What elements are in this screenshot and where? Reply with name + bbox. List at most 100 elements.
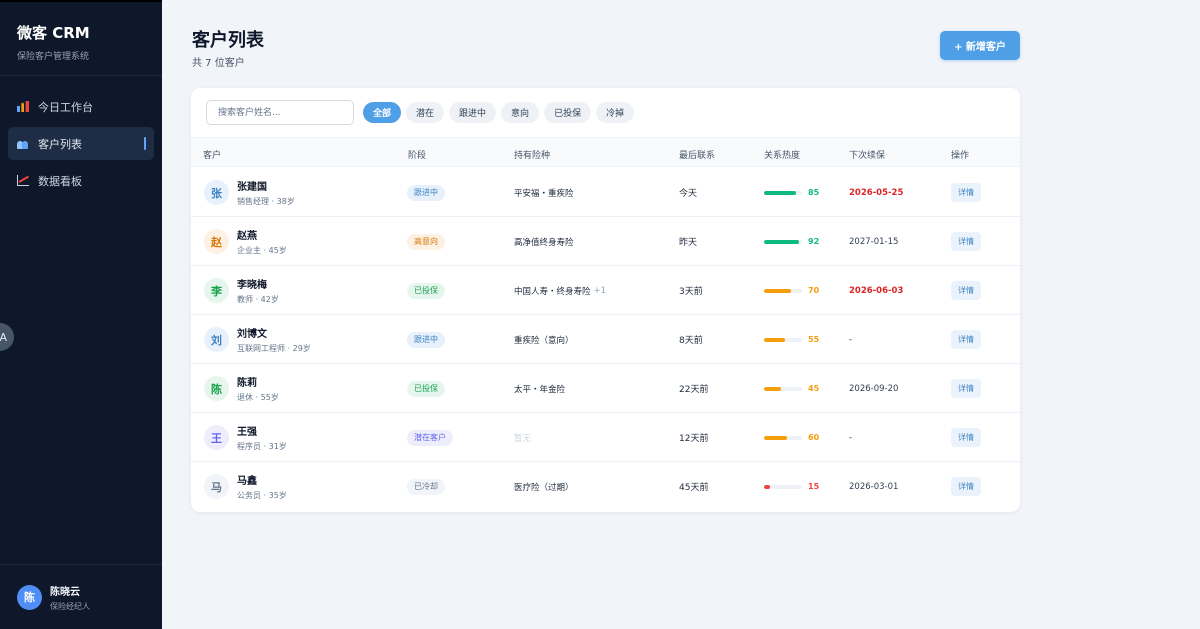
column-header-policy[interactable]: 持有险种 [514, 148, 550, 161]
customer-name[interactable]: 张建国 [237, 178, 295, 193]
detail-button[interactable]: 详情 [951, 183, 981, 202]
avatar: 赵 [204, 229, 229, 254]
detail-button[interactable]: 详情 [951, 428, 981, 447]
search-input[interactable] [206, 100, 354, 125]
column-header-stage[interactable]: 阶段 [408, 148, 426, 161]
filter-potential[interactable]: 潜在 [406, 102, 445, 123]
customer-cell: 李 李晓梅 教师 · 42岁 [204, 266, 279, 315]
detail-button[interactable]: 详情 [951, 477, 981, 496]
customer-name[interactable]: 王强 [237, 423, 287, 438]
heat-bar [764, 337, 802, 342]
policy-text: 医疗险（过期） [514, 482, 574, 493]
add-customer-button[interactable]: + 新增客户 [940, 31, 1020, 60]
action-cell: 详情 [951, 217, 981, 266]
filter-following[interactable]: 跟进中 [449, 102, 497, 123]
filter-intent[interactable]: 意向 [501, 102, 540, 123]
stage-filters: 全部 潜在 跟进中 意向 已投保 冷掉 [363, 102, 639, 123]
heat-score: 60 [808, 433, 820, 442]
filter-insured[interactable]: 已投保 [544, 102, 592, 123]
renewal-cell: 2027-01-15 [849, 217, 898, 266]
detail-button[interactable]: 详情 [951, 379, 981, 398]
stage-cell: 潜在客户 [407, 413, 453, 462]
table-row[interactable]: 马 马鑫 公务员 · 35岁 已冷却 医疗险（过期） 45天前 15 2026-… [191, 462, 1020, 511]
avatar: 马 [204, 474, 229, 499]
customer-info: 赵燕 企业主 · 45岁 [237, 227, 287, 256]
customer-name[interactable]: 赵燕 [237, 227, 287, 242]
customer-meta: 退休 · 55岁 [237, 393, 279, 402]
heat-bar-fill [764, 190, 797, 195]
customer-name[interactable]: 马鑫 [237, 472, 287, 487]
heat-cell: 15 [764, 462, 819, 511]
renewal-date: 2026-05-25 [849, 187, 904, 198]
brand-subtitle: 保险客户管理系统 [17, 52, 90, 62]
policy-cell: 高净值终身寿险 [514, 217, 577, 266]
policy-text: 高净值终身寿险 [514, 237, 574, 248]
detail-button[interactable]: 详情 [951, 232, 981, 251]
last-contact-cell: 12天前 [679, 413, 708, 462]
stage-badge: 跟进中 [407, 184, 445, 201]
sidebar-item-label: 客户列表 [38, 137, 82, 151]
renewal-date: 2026-09-20 [849, 383, 899, 394]
customer-info: 刘博文 互联网工程师 · 29岁 [237, 325, 311, 354]
table-row[interactable]: 陈 陈莉 退休 · 55岁 已投保 太平・年金险 22天前 45 2026-09… [191, 364, 1020, 413]
customer-cell: 陈 陈莉 退休 · 55岁 [204, 364, 279, 413]
customer-cell: 王 王强 程序员 · 31岁 [204, 413, 287, 462]
table-row[interactable]: 张 张建国 销售经理 · 38岁 跟进中 平安福・重疾险 今天 85 2026-… [191, 168, 1020, 217]
sidebar-item-customers[interactable]: 客户列表 [8, 127, 154, 160]
table-row[interactable]: 李 李晓梅 教师 · 42岁 已投保 中国人寿・终身寿险 +1 3天前 70 2… [191, 266, 1020, 315]
customer-name[interactable]: 陈莉 [237, 374, 279, 389]
sidebar-item-dashboard[interactable]: 数据看板 [8, 164, 154, 197]
policy-cell: 重疾险（意向） [514, 315, 577, 364]
stage-cell: 跟进中 [407, 168, 445, 217]
customer-meta: 销售经理 · 38岁 [237, 197, 295, 206]
column-header-customer[interactable]: 客户 [203, 148, 221, 161]
column-header-renewal[interactable]: 下次续保 [849, 148, 885, 161]
column-header-last-contact[interactable]: 最后联系 [679, 148, 715, 161]
heat-cell: 60 [764, 413, 819, 462]
customer-meta: 企业主 · 45岁 [237, 246, 287, 255]
action-cell: 详情 [951, 266, 981, 315]
heat-cell: 92 [764, 217, 819, 266]
renewal-cell: 2026-09-20 [849, 364, 898, 413]
customer-name[interactable]: 李晓梅 [237, 276, 279, 291]
column-header-action[interactable]: 操作 [951, 148, 969, 161]
sidebar-item-workbench[interactable]: 今日工作台 [8, 90, 154, 123]
table-row[interactable]: 赵 赵燕 企业主 · 45岁 高意向 高净值终身寿险 昨天 92 2027-01… [191, 217, 1020, 266]
renewal-date: - [849, 334, 853, 345]
customer-table-card: 全部 潜在 跟进中 意向 已投保 冷掉 客户 阶段 持有险种 最后联系 关系热度… [191, 88, 1020, 512]
detail-button[interactable]: 详情 [951, 281, 981, 300]
last-contact: 45天前 [679, 483, 709, 493]
renewal-cell: - [849, 315, 852, 364]
user-profile[interactable]: 陈 陈晓云 保险经纪人 [0, 564, 162, 629]
sidebar-item-label: 数据看板 [38, 174, 82, 188]
heat-score: 55 [808, 335, 820, 344]
renewal-date: - [849, 432, 853, 443]
avatar: 刘 [204, 327, 229, 352]
avatar: 陈 [17, 584, 42, 610]
customer-meta: 公务员 · 35岁 [237, 491, 287, 500]
column-header-heat[interactable]: 关系热度 [764, 148, 800, 161]
table-row[interactable]: 王 王强 程序员 · 31岁 潜在客户 暂无 12天前 60 - 详情 [191, 413, 1020, 462]
policy-cell: 暂无 [514, 413, 534, 462]
renewal-cell: 2026-06-03 [849, 266, 903, 315]
table-row[interactable]: 刘 刘博文 互联网工程师 · 29岁 跟进中 重疾险（意向） 8天前 55 - … [191, 315, 1020, 364]
trend-chart-icon [17, 175, 29, 186]
stage-cell: 已投保 [407, 266, 445, 315]
heat-bar [764, 484, 802, 489]
renewal-cell: 2026-05-25 [849, 168, 903, 217]
stage-badge: 已投保 [407, 282, 445, 299]
filter-all[interactable]: 全部 [363, 102, 402, 123]
heat-bar-fill [764, 239, 799, 244]
customer-cell: 赵 赵燕 企业主 · 45岁 [204, 217, 287, 266]
renewal-cell: 2026-03-01 [849, 462, 898, 511]
filter-cold[interactable]: 冷掉 [596, 102, 635, 123]
customer-name[interactable]: 刘博文 [237, 325, 311, 340]
customer-cell: 张 张建国 销售经理 · 38岁 [204, 168, 295, 217]
heat-cell: 55 [764, 315, 819, 364]
last-contact: 8天前 [679, 336, 703, 346]
detail-button[interactable]: 详情 [951, 330, 981, 349]
policy-text: 中国人寿・终身寿险 [514, 286, 591, 297]
heat-bar-fill [764, 435, 787, 440]
customer-cell: 刘 刘博文 互联网工程师 · 29岁 [204, 315, 311, 364]
stage-cell: 已冷却 [407, 462, 445, 511]
